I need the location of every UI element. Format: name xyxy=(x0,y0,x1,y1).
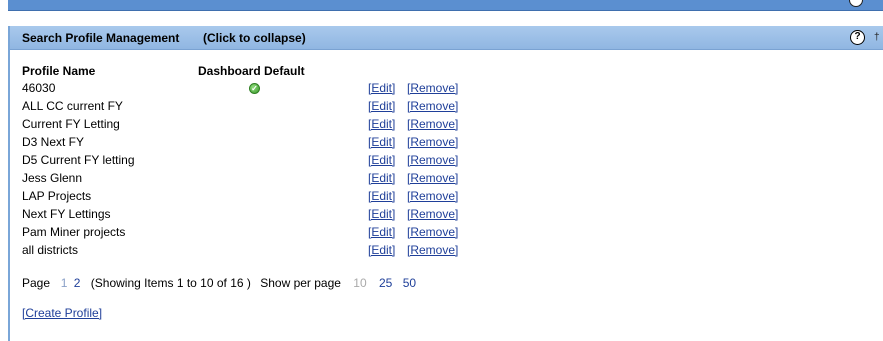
table-row: D3 Next FY [Edit] [Remove] xyxy=(10,133,610,151)
pagination: Page 1 2 (Showing Items 1 to 10 of 16 ) … xyxy=(22,276,416,290)
page-1-current: 1 xyxy=(60,276,68,290)
page-2-link[interactable]: 2 xyxy=(74,276,81,290)
remove-link[interactable]: [Remove] xyxy=(407,153,458,167)
search-profile-panel: Search Profile Management (Click to coll… xyxy=(8,26,883,341)
panel-title: Search Profile Management xyxy=(22,31,180,45)
profile-name: Current FY Letting xyxy=(22,117,120,131)
help-icon-partial xyxy=(849,0,863,7)
edit-link[interactable]: [Edit] xyxy=(368,135,395,149)
panel-header[interactable]: Search Profile Management (Click to coll… xyxy=(10,26,883,50)
page-label: Page xyxy=(22,276,51,290)
pin-icon[interactable]: † xyxy=(874,32,880,43)
previous-panel-header[interactable] xyxy=(8,0,883,11)
edit-link[interactable]: [Edit] xyxy=(368,225,395,239)
edit-link[interactable]: [Edit] xyxy=(368,81,395,95)
profile-name: Jess Glenn xyxy=(22,171,83,185)
help-icon[interactable]: ? xyxy=(850,30,865,45)
profile-name: D5 Current FY letting xyxy=(22,153,135,167)
remove-link[interactable]: [Remove] xyxy=(407,81,458,95)
table-row: ALL CC current FY [Edit] [Remove] xyxy=(10,97,610,115)
table-row: Next FY Lettings [Edit] [Remove] xyxy=(10,205,610,223)
profile-name: all districts xyxy=(22,243,79,257)
per-page-label: Show per page xyxy=(260,276,341,290)
edit-link[interactable]: [Edit] xyxy=(368,207,395,221)
remove-link[interactable]: [Remove] xyxy=(407,99,458,113)
remove-link[interactable]: [Remove] xyxy=(407,189,458,203)
edit-link[interactable]: [Edit] xyxy=(368,153,395,167)
table-row: LAP Projects [Edit] [Remove] xyxy=(10,187,610,205)
default-check-icon: ✓ xyxy=(249,83,260,94)
profile-name: D3 Next FY xyxy=(22,135,85,149)
remove-link[interactable]: [Remove] xyxy=(407,171,458,185)
profile-name: ALL CC current FY xyxy=(22,99,123,113)
table-row: D5 Current FY letting [Edit] [Remove] xyxy=(10,151,610,169)
profile-name: Next FY Lettings xyxy=(22,207,111,221)
edit-link[interactable]: [Edit] xyxy=(368,99,395,113)
per-page-25-link[interactable]: 25 xyxy=(379,276,392,290)
table-row: Current FY Letting [Edit] [Remove] xyxy=(10,115,610,133)
create-profile-link[interactable]: [Create Profile] xyxy=(22,306,102,320)
profile-name: LAP Projects xyxy=(22,189,92,203)
edit-link[interactable]: [Edit] xyxy=(368,117,395,131)
collapse-toggle[interactable]: (Click to collapse) xyxy=(203,31,306,45)
remove-link[interactable]: [Remove] xyxy=(407,243,458,257)
dashboard-default-header: Dashboard Default xyxy=(198,64,305,78)
table-row: Jess Glenn [Edit] [Remove] xyxy=(10,169,610,187)
remove-link[interactable]: [Remove] xyxy=(407,117,458,131)
table-row: Pam Miner projects [Edit] [Remove] xyxy=(10,223,610,241)
remove-link[interactable]: [Remove] xyxy=(407,135,458,149)
per-page-50-link[interactable]: 50 xyxy=(403,276,416,290)
remove-link[interactable]: [Remove] xyxy=(407,225,458,239)
table-row: all districts [Edit] [Remove] xyxy=(10,241,610,259)
per-page-10-current: 10 xyxy=(353,276,367,290)
profile-name: 46030 xyxy=(22,81,56,95)
edit-link[interactable]: [Edit] xyxy=(368,243,395,257)
showing-items-text: (Showing Items 1 to 10 of 16 ) xyxy=(90,276,251,290)
profile-name-header: Profile Name xyxy=(22,64,96,78)
remove-link[interactable]: [Remove] xyxy=(407,207,458,221)
edit-link[interactable]: [Edit] xyxy=(368,171,395,185)
profile-name: Pam Miner projects xyxy=(22,225,126,239)
table-row: 46030 ✓ [Edit] [Remove] xyxy=(10,79,610,97)
edit-link[interactable]: [Edit] xyxy=(368,189,395,203)
